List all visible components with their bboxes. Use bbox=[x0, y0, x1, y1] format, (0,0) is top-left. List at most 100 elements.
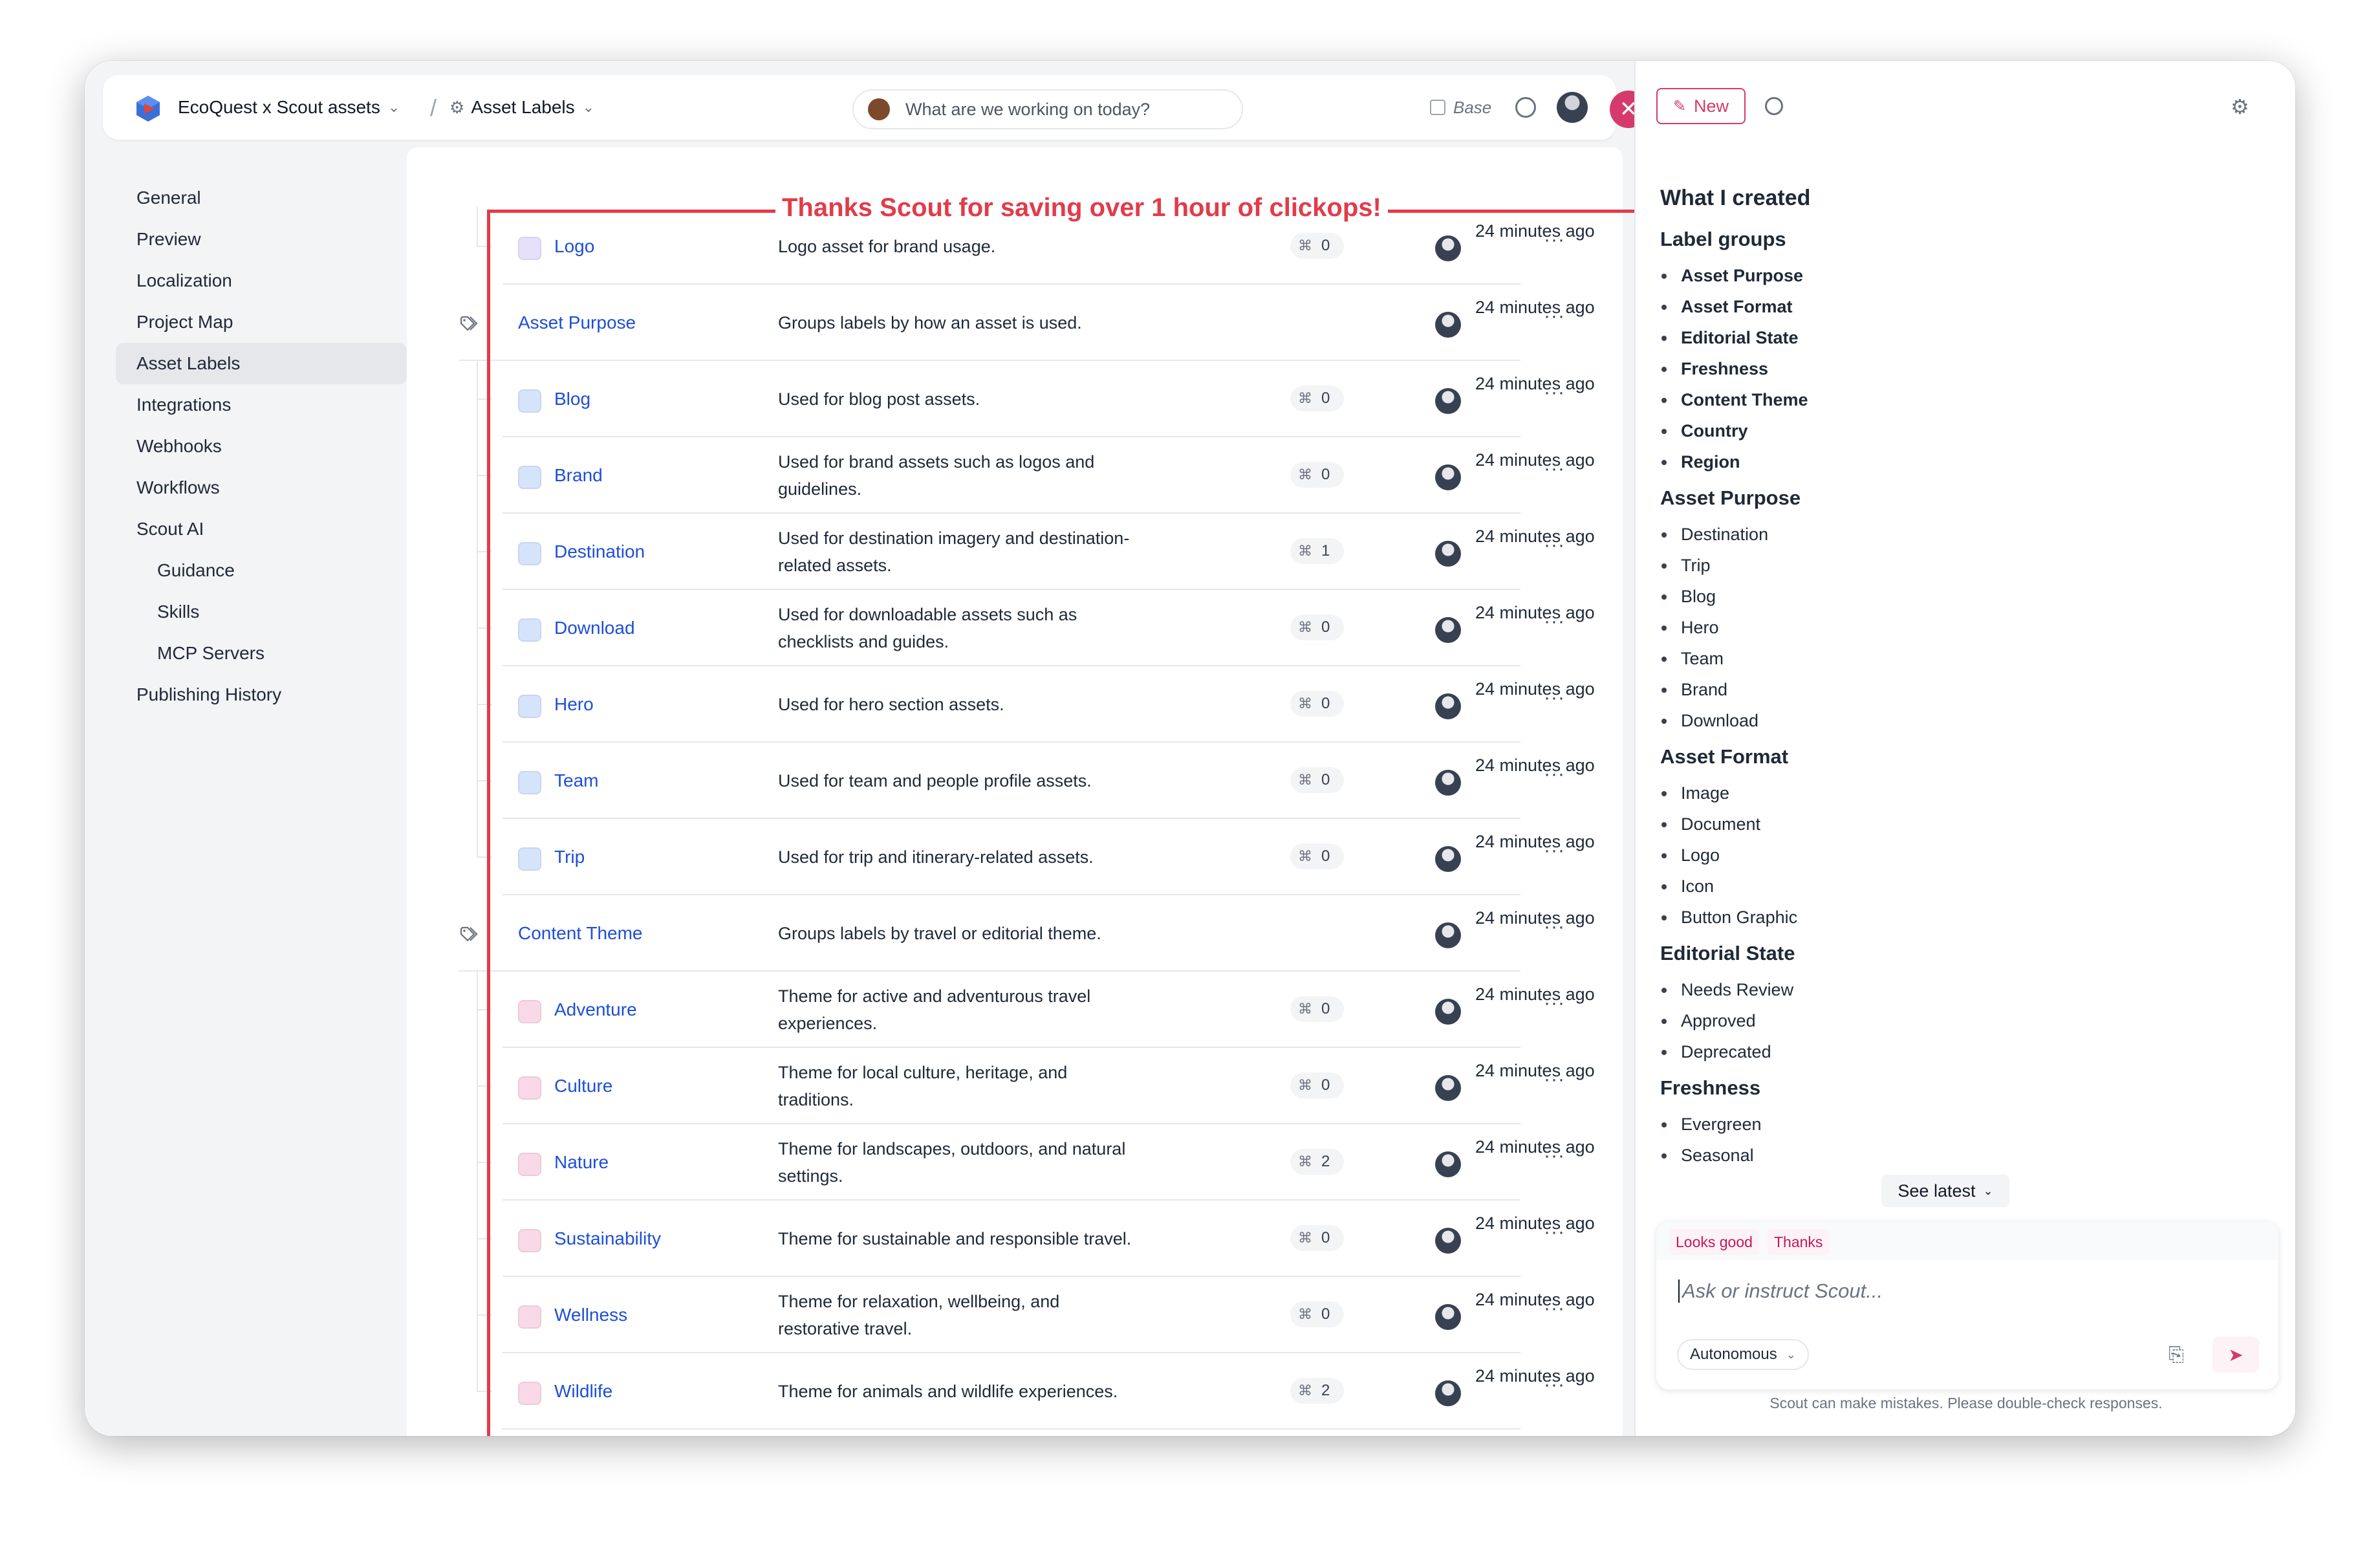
label-group-row[interactable]: Country Groups labels by country featured… bbox=[407, 1430, 1623, 1436]
search-input[interactable]: What are we working on today? bbox=[852, 89, 1243, 129]
label-color-swatch bbox=[518, 1153, 541, 1176]
label-name[interactable]: Trip bbox=[554, 819, 585, 895]
more-options-icon[interactable]: ··· bbox=[1544, 1145, 1565, 1167]
new-chat-button[interactable]: ✎ New bbox=[1656, 88, 1746, 124]
more-options-icon[interactable]: ··· bbox=[1544, 840, 1565, 862]
label-name[interactable]: Logo bbox=[554, 208, 594, 285]
breadcrumb-separator: / bbox=[430, 94, 437, 121]
label-row[interactable]: Adventure Theme for active and adventurou… bbox=[407, 970, 1623, 1048]
label-group-row[interactable]: Content Theme Groups labels by travel or … bbox=[407, 895, 1623, 972]
send-button[interactable]: ➤ bbox=[2212, 1336, 2259, 1373]
label-row[interactable]: Culture Theme for local culture, heritage… bbox=[407, 1047, 1623, 1124]
label-name[interactable]: Adventure bbox=[554, 972, 637, 1048]
user-avatar[interactable] bbox=[1557, 92, 1588, 123]
label-description: Used for team and people profile assets. bbox=[778, 771, 1092, 790]
more-options-icon[interactable]: ··· bbox=[1544, 1374, 1565, 1396]
chat-input[interactable]: Ask or instruct Scout... bbox=[1678, 1279, 1883, 1303]
label-row[interactable]: Wellness Theme for relaxation, wellbeing,… bbox=[407, 1276, 1623, 1353]
label-row[interactable]: Brand Used for brand assets such as logos… bbox=[407, 436, 1623, 514]
label-name[interactable]: Brand bbox=[554, 437, 603, 514]
message-list-item: Team bbox=[1660, 643, 2268, 674]
label-name[interactable]: Wildlife bbox=[554, 1353, 612, 1430]
quick-reply-thanks[interactable]: Thanks bbox=[1768, 1229, 1830, 1255]
sidebar-item-mcp-servers[interactable]: MCP Servers bbox=[116, 633, 407, 674]
more-options-icon[interactable]: ··· bbox=[1544, 534, 1565, 556]
sidebar-item-asset-labels[interactable]: Asset Labels bbox=[116, 343, 407, 384]
label-row[interactable]: Team Used for team and people profile ass… bbox=[407, 741, 1623, 819]
label-name[interactable]: Culture bbox=[554, 1048, 612, 1124]
label-row[interactable]: Trip Used for trip and itinerary-related … bbox=[407, 818, 1623, 895]
label-group-row[interactable]: Asset Purpose Groups labels by how an ass… bbox=[407, 285, 1623, 361]
label-row[interactable]: Blog Used for blog post assets. ⌘ 0 24 minut… bbox=[407, 360, 1623, 437]
history-icon[interactable] bbox=[1515, 97, 1536, 118]
label-name[interactable]: Nature bbox=[554, 1124, 609, 1201]
page-switcher[interactable]: ⚙ Asset Labels ⌄ bbox=[449, 75, 594, 140]
label-name[interactable]: Team bbox=[554, 743, 598, 819]
label-color-swatch bbox=[518, 466, 541, 489]
label-group-name[interactable]: Content Theme bbox=[518, 895, 643, 972]
more-options-icon[interactable]: ··· bbox=[1544, 992, 1565, 1014]
message-list-item: Trip bbox=[1660, 550, 2268, 581]
sidebar-item-publishing-history[interactable]: Publishing History bbox=[116, 674, 407, 715]
message-list-item: Evergreen bbox=[1660, 1109, 2268, 1140]
message-list-item: Freshness bbox=[1660, 353, 2268, 384]
chat-history-icon[interactable] bbox=[1765, 97, 1783, 115]
message-heading: What I created bbox=[1660, 185, 1811, 210]
project-switcher[interactable]: EcoQuest x Scout assets ⌄ bbox=[178, 75, 400, 140]
base-selector[interactable]: Base bbox=[1430, 75, 1491, 140]
author-avatar bbox=[1435, 770, 1461, 796]
label-name[interactable]: Sustainability bbox=[554, 1201, 661, 1277]
label-name[interactable]: Download bbox=[554, 590, 635, 666]
sidebar-item-scout-ai[interactable]: Scout AI bbox=[116, 508, 407, 550]
usage-icon: ⌘ bbox=[1298, 1382, 1312, 1399]
more-options-icon[interactable]: ··· bbox=[1544, 763, 1565, 785]
label-row[interactable]: Nature Theme for landscapes, outdoors, an… bbox=[407, 1123, 1623, 1201]
sidebar-item-integrations[interactable]: Integrations bbox=[116, 384, 407, 426]
more-options-icon[interactable]: ··· bbox=[1544, 229, 1565, 251]
more-options-icon[interactable]: ··· bbox=[1544, 1069, 1565, 1091]
more-options-icon[interactable]: ··· bbox=[1544, 916, 1565, 938]
more-options-icon[interactable]: ··· bbox=[1544, 458, 1565, 480]
label-row[interactable]: Wildlife Theme for animals and wildlife e… bbox=[407, 1352, 1623, 1430]
label-name[interactable]: Blog bbox=[554, 361, 590, 437]
sidebar-item-guidance[interactable]: Guidance bbox=[116, 550, 407, 591]
label-row[interactable]: Download Used for downloadable assets suc… bbox=[407, 589, 1623, 666]
label-color-swatch bbox=[518, 237, 541, 260]
more-options-icon[interactable]: ··· bbox=[1544, 382, 1565, 404]
label-name[interactable]: Hero bbox=[554, 666, 594, 743]
label-row[interactable]: Hero Used for hero section assets. ⌘ 0 24 mi… bbox=[407, 665, 1623, 743]
label-row[interactable]: Sustainability Theme for sustainable and … bbox=[407, 1199, 1623, 1277]
more-options-icon[interactable]: ··· bbox=[1544, 611, 1565, 633]
sidebar-item-workflows[interactable]: Workflows bbox=[116, 467, 407, 508]
more-options-icon[interactable]: ··· bbox=[1544, 687, 1565, 709]
updated-time: 24 minutes ago bbox=[1475, 374, 1595, 393]
more-options-icon[interactable]: ··· bbox=[1544, 1298, 1565, 1320]
label-name[interactable]: Wellness bbox=[554, 1277, 627, 1353]
sidebar-item-project-map[interactable]: Project Map bbox=[116, 301, 407, 343]
message-list-item: Country bbox=[1660, 415, 2268, 446]
label-row[interactable]: Destination Used for destination imagery … bbox=[407, 512, 1623, 590]
more-options-icon[interactable]: ··· bbox=[1544, 305, 1565, 327]
usage-count-badge: ⌘ 0 bbox=[1290, 1301, 1345, 1327]
paperclip-icon[interactable]: ⎘ bbox=[2169, 1344, 2184, 1366]
mode-selector[interactable]: Autonomous ⌄ bbox=[1677, 1339, 1809, 1370]
sidebar-item-localization[interactable]: Localization bbox=[116, 260, 407, 301]
app-logo-icon[interactable] bbox=[134, 94, 162, 123]
sidebar-item-preview[interactable]: Preview bbox=[116, 219, 407, 260]
label-group-name[interactable]: Asset Purpose bbox=[518, 285, 636, 361]
label-name[interactable]: Destination bbox=[554, 514, 645, 590]
new-chat-label: New bbox=[1694, 96, 1729, 116]
message-list-item: Logo bbox=[1660, 840, 2268, 871]
usage-count-badge: ⌘ 0 bbox=[1290, 1072, 1345, 1098]
more-options-icon[interactable]: ··· bbox=[1544, 1221, 1565, 1243]
label-group-name[interactable]: Country bbox=[518, 1430, 581, 1436]
sidebar-item-webhooks[interactable]: Webhooks bbox=[116, 426, 407, 467]
sidebar-item-general[interactable]: General bbox=[116, 177, 407, 219]
quick-reply-looks-good[interactable]: Looks good bbox=[1669, 1229, 1759, 1255]
message-list-item: Editorial State bbox=[1660, 322, 2268, 353]
settings-gear-icon[interactable]: ⚙ bbox=[2231, 94, 2249, 119]
see-latest-button[interactable]: See latest ⌄ bbox=[1881, 1175, 2009, 1207]
sidebar-item-skills[interactable]: Skills bbox=[116, 591, 407, 633]
updated-time: 24 minutes ago bbox=[1475, 1214, 1595, 1233]
author-avatar bbox=[1435, 846, 1461, 872]
